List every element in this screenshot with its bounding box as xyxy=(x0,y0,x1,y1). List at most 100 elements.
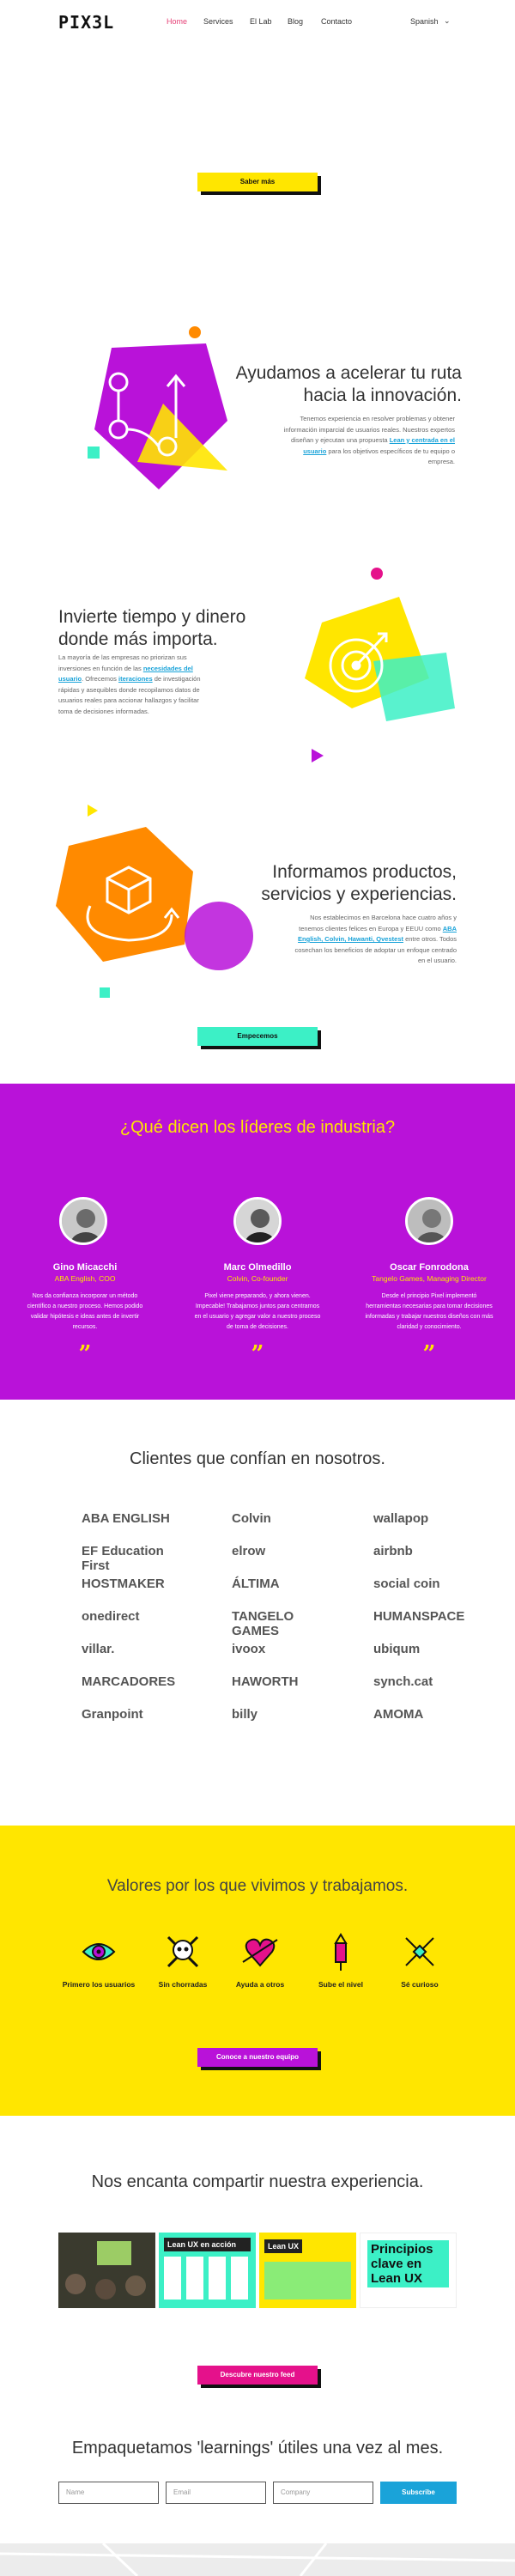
nav-home[interactable]: Home xyxy=(167,17,187,26)
feature-2-title-line1: Invierte tiempo y dinero xyxy=(58,607,246,627)
feature-2-link-iterations[interactable]: iteraciones xyxy=(118,675,153,683)
map-streets xyxy=(0,2542,515,2576)
teal-square xyxy=(88,447,100,459)
feature-1-text-post: para los objetivos específicos de tu equ… xyxy=(328,447,455,466)
avatar-gino xyxy=(59,1197,107,1245)
quote-mark-icon: ” xyxy=(251,1341,264,1367)
client-logo: airbnb xyxy=(373,1544,413,1558)
testimonial-3-name: Oscar Fonrodona xyxy=(390,1262,469,1273)
language-selector[interactable]: Spanish xyxy=(410,17,439,26)
testimonial-1-quote: Nos da confianza incorporar un método ci… xyxy=(27,1293,143,1330)
testimonial-2-quote: Pixel viene preparando, y ahora vienen. … xyxy=(194,1293,321,1330)
target-illustration xyxy=(305,568,455,762)
purple-triangle xyxy=(312,749,324,762)
client-logo: ÁLTIMA xyxy=(232,1577,280,1591)
person-silhouette-icon xyxy=(408,1200,451,1242)
nav-lab[interactable]: El Lab xyxy=(250,17,272,26)
start-button[interactable]: Empecemos xyxy=(197,1027,318,1046)
value-label-users: Primero los usuarios xyxy=(62,1980,136,1989)
hero-more-button[interactable]: Saber más xyxy=(197,173,318,191)
clients-title: Clientes que confían en nosotros. xyxy=(130,1449,385,1468)
feed-card-heading: Principios clave en Lean UX xyxy=(367,2240,449,2287)
feature-2-text-mid: . Ofrecemos xyxy=(82,675,117,683)
value-label-curious: Sé curioso xyxy=(401,1980,439,1989)
client-logo: wallapop xyxy=(373,1511,429,1526)
testimonial-3-quote: Desde el principio Pixel implementó herr… xyxy=(365,1293,494,1330)
feature-3-text: Nos establecimos en Barcelona hace cuatr… xyxy=(292,913,457,967)
feed-card-heading: Lean UX xyxy=(264,2239,303,2253)
nav-contact[interactable]: Contacto xyxy=(321,17,352,26)
acceleration-illustration xyxy=(88,326,227,489)
testimonial-1-role: ABA English, COO xyxy=(54,1274,116,1283)
client-logo: MARCADORES xyxy=(82,1674,176,1689)
client-logo: ivoox xyxy=(232,1642,266,1656)
subscribe-button[interactable]: Subscribe xyxy=(380,2482,457,2504)
testimonial-1-name: Gino Micacchi xyxy=(52,1262,118,1273)
email-field[interactable]: Email xyxy=(166,2482,266,2504)
testimonial-2-name: Marc Olmedillo xyxy=(223,1262,292,1273)
client-logo: EF Education First xyxy=(82,1544,164,1573)
newsletter-title: Empaquetamos 'learnings' útiles una vez … xyxy=(71,2439,444,2458)
name-field[interactable]: Name xyxy=(58,2482,159,2504)
heart-arrow-icon xyxy=(242,1938,278,1967)
feed-card-heading: Lean UX en acción xyxy=(164,2238,251,2251)
rocket-firework-icon xyxy=(334,1933,348,1971)
client-logo: onedirect xyxy=(82,1609,140,1624)
meet-team-button[interactable]: Conoce a nuestro equipo xyxy=(197,2048,318,2067)
client-logo: villar. xyxy=(82,1642,115,1656)
yellow-small-triangle xyxy=(88,805,98,817)
nav-blog[interactable]: Blog xyxy=(288,17,303,26)
company-field[interactable]: Company xyxy=(273,2482,373,2504)
discover-feed-button[interactable]: Descubre nuestro feed xyxy=(197,2366,318,2385)
client-logo: Colvin xyxy=(232,1511,271,1526)
feature-1-title: Ayudamos a acelerar tu ruta hacia la inn… xyxy=(223,362,462,407)
client-logo: AMOMA xyxy=(373,1707,424,1722)
map-footer[interactable] xyxy=(0,2542,515,2576)
card-grid-graphic xyxy=(164,2257,251,2300)
eye-icon xyxy=(82,1943,116,1960)
avatar-oscar xyxy=(405,1197,453,1245)
feature-3-text-pre: Nos establecimos en Barcelona hace cuatr… xyxy=(299,914,457,933)
feature-2-text: La mayoría de las empresas no priorizan … xyxy=(58,653,213,717)
client-logo: elrow xyxy=(232,1544,266,1558)
testimonials-section: ¿Qué dicen los líderes de industria? Gin… xyxy=(0,1084,515,1400)
feature-3-title-line1: Informamos productos, xyxy=(272,862,457,882)
feed-card-principles[interactable]: Principios clave en Lean UX xyxy=(360,2233,457,2308)
feature-3-title-line2: servicios y experiencias. xyxy=(261,884,457,904)
feature-3-title: Informamos productos, servicios y experi… xyxy=(258,861,457,906)
skull-crossbones-icon xyxy=(167,1935,199,1968)
feed-image-workshop[interactable] xyxy=(58,2233,155,2308)
client-logo: TANGELO GAMES xyxy=(232,1609,294,1638)
orange-hexagon xyxy=(56,827,193,962)
person-silhouette-icon xyxy=(236,1200,279,1242)
client-logo: ubiqum xyxy=(373,1642,421,1656)
client-logo: HUMANSPACE xyxy=(373,1609,465,1624)
teal-shape xyxy=(373,653,455,721)
avatar-marc xyxy=(233,1197,282,1245)
purple-circle xyxy=(185,902,253,970)
teal-small-square xyxy=(100,987,110,998)
values-section: Valores por los que vivimos y trabajamos… xyxy=(0,1826,515,2116)
product-illustration xyxy=(56,805,253,998)
pink-dot xyxy=(371,568,383,580)
feature-1-title-line1: Ayudamos a acelerar tu ruta xyxy=(235,363,462,383)
feed-card-lean-ux[interactable]: Lean UX xyxy=(259,2233,356,2308)
feature-2-title-line2: donde más importa. xyxy=(58,629,218,649)
client-logo: ABA ENGLISH xyxy=(82,1511,170,1526)
feature-1-title-line2: hacia la innovación. xyxy=(303,386,462,405)
feature-2-title: Invierte tiempo y dinero donde más impor… xyxy=(58,606,273,651)
feed-card-lean-ux-action[interactable]: Lean UX en acción xyxy=(159,2233,256,2308)
values-title: Valores por los que vivimos y trabajamos… xyxy=(106,1877,409,1895)
site-logo[interactable]: PIX3L xyxy=(58,12,114,33)
orange-dot xyxy=(189,326,201,338)
nav-services[interactable]: Services xyxy=(203,17,233,26)
client-logo: social coin xyxy=(373,1577,440,1591)
testimonials-title: ¿Qué dicen los líderes de industria? xyxy=(119,1118,396,1137)
testimonial-3-role: Tangelo Games, Managing Director xyxy=(372,1274,487,1283)
person-silhouette-icon xyxy=(62,1200,105,1242)
client-logo: Granpoint xyxy=(82,1707,143,1722)
workshop-photo xyxy=(58,2233,155,2308)
chevron-down-icon[interactable]: ⌄ xyxy=(444,16,451,26)
quote-mark-icon: ” xyxy=(78,1341,92,1367)
card-diagram-graphic xyxy=(264,2262,351,2300)
